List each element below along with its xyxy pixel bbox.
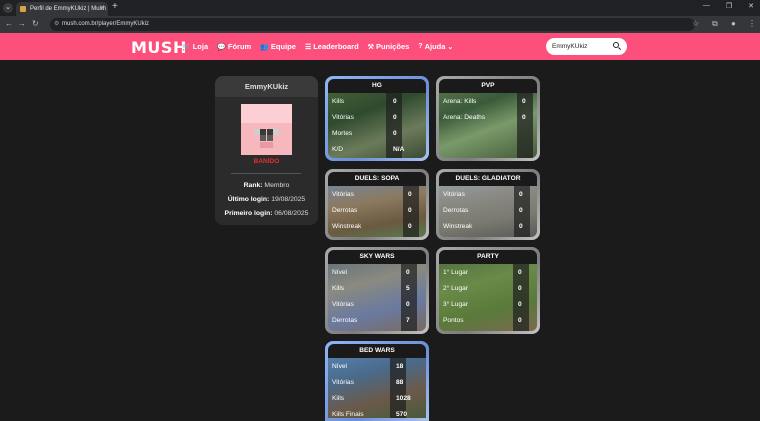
window-controls: — ❐ ✕ (703, 2, 754, 10)
first-login-row: Primeiro login: 06/08/2025 (224, 210, 309, 217)
site-logo[interactable]: MUSH (131, 38, 187, 57)
close-tab-icon[interactable]: ✕ (99, 2, 105, 16)
main-nav: 🛒 Loja 💬 Fórum 👥 Equipe ☰ Leaderboard ⚒ Puniç… (182, 42, 453, 51)
card-title: HG (328, 79, 426, 93)
stat-row: Vitórias 0 (332, 114, 397, 121)
site-header: MUSH 🛒 Loja 💬 Fórum 👥 Equipe ☰ Leaderboard ⚒… (0, 33, 760, 60)
stats-card-duels-sopa: DUELS: SOPA Vitórias 0 Derrotas 0 Winstrea… (325, 169, 429, 240)
chevron-down-icon: ⌄ (447, 43, 454, 51)
nav-leaderboard[interactable]: ☰ Leaderboard (305, 42, 359, 51)
ban-status: BANIDO (253, 158, 280, 165)
stat-row: Vitórias 0 (332, 301, 410, 308)
stat-row: Pontos 0 (443, 317, 522, 324)
stats-card-hg: HG Kills 0 Vitórias 0 Mortes 0 K/D N/A (325, 76, 429, 161)
question-icon: ? (418, 43, 423, 50)
nav-label: Loja (192, 42, 209, 51)
stat-row: Winstreak 0 (332, 223, 412, 230)
back-icon[interactable]: ← (5, 19, 13, 28)
player-avatar (241, 104, 292, 155)
nav-equipe[interactable]: 👥 Equipe (260, 42, 296, 51)
stat-row: Nível 18 (332, 363, 404, 370)
reload-icon[interactable]: ↻ (32, 19, 39, 28)
url-bar[interactable]: ⚙ mush.com.br/player/EmmyKUkiz (50, 18, 695, 31)
stat-row: Derrotas 0 (332, 207, 412, 214)
stats-card-party: PARTY 1° Lugar 0 2° Lugar 0 3° Lugar 0 Pont… (436, 247, 540, 334)
nav-forum[interactable]: 💬 Fórum (217, 42, 251, 51)
last-login-row: Último login: 19/08/2025 (227, 196, 306, 203)
card-title: BED WARS (328, 344, 426, 358)
stat-row: Derrotas 0 (443, 207, 523, 214)
stat-row: K/D N/A (332, 146, 405, 153)
close-window-icon[interactable]: ✕ (748, 2, 754, 10)
card-title: SKY WARS (328, 250, 426, 264)
stat-row: 2° Lugar 0 (443, 285, 522, 292)
extensions-icon[interactable]: ⧉ (712, 19, 718, 29)
minimize-icon[interactable]: — (703, 2, 710, 10)
stats-card-sky-wars: SKY WARS Nível 0 Kills 5 Vitórias 0 Derrota… (325, 247, 429, 334)
stat-row: Vitórias 0 (443, 191, 523, 198)
nav-label: Leaderboard (313, 42, 359, 51)
rank-row: Rank: Membro (243, 182, 290, 189)
stat-row: Kills 0 (332, 98, 397, 105)
stat-row: Kills 5 (332, 285, 410, 292)
list-icon: ☰ (304, 43, 312, 51)
favicon-icon (20, 6, 26, 12)
tab-title: Perfil de EmmyKUkiz | Mush (30, 6, 106, 12)
divider (231, 173, 301, 174)
stats-card-pvp: PVP Arena: Kills 0 Arena: Deaths 0 (436, 76, 540, 161)
nav-label: Punições (375, 42, 410, 51)
tab-search-button[interactable]: ⌄ (3, 3, 13, 13)
stat-row: Vitórias 88 (332, 379, 404, 386)
maximize-icon[interactable]: ❐ (726, 2, 732, 10)
card-title: DUELS: SOPA (328, 172, 426, 186)
nav-punicoes[interactable]: ⚒ Punições (368, 42, 410, 51)
nav-loja[interactable]: 🛒 Loja (182, 42, 208, 51)
stats-card-duels-gladiator: DUELS: GLADIATOR Vitórias 0 Derrotas 0 Win… (436, 169, 540, 240)
nav-ajuda[interactable]: ? Ajuda ⌄ (418, 42, 453, 51)
forward-icon[interactable]: → (18, 19, 26, 28)
stat-row: Nível 0 (332, 269, 410, 276)
profile-card: EmmyKUkiz BANIDO Rank: Membro Último log… (215, 76, 318, 225)
stat-row: Derrotas 7 (332, 317, 410, 324)
browser-tab[interactable]: Perfil de EmmyKUkiz | Mush ✕ (16, 2, 108, 16)
gavel-icon: ⚒ (367, 43, 374, 51)
new-tab-button[interactable]: + (112, 1, 118, 12)
card-title: PVP (439, 79, 537, 93)
card-title: PARTY (439, 250, 537, 264)
site-info-icon[interactable]: ⚙ (54, 18, 59, 31)
stat-row: Kills Finais 570 (332, 411, 408, 418)
profile-icon[interactable]: ● (731, 19, 736, 28)
stat-row: Arena: Kills 0 (443, 98, 526, 105)
stat-row: 1° Lugar 0 (443, 269, 522, 276)
stat-row: Vitórias 0 (332, 191, 412, 198)
users-icon: 👥 (260, 43, 269, 51)
stat-row: 3° Lugar 0 (443, 301, 522, 308)
chat-icon: 💬 (217, 43, 226, 51)
nav-label: Ajuda (424, 42, 446, 51)
stat-row: Kills 1028 (332, 395, 411, 402)
menu-dots-icon[interactable]: ⋮ (748, 19, 756, 28)
stat-row: Winstreak 0 (443, 223, 523, 230)
stats-card-bed-wars: BED WARS Nível 18 Vitórias 88 Kills 1028 Ki… (325, 341, 429, 421)
stat-row: Arena: Deaths 0 (443, 114, 526, 121)
browser-tabbar: ⌄ Perfil de EmmyKUkiz | Mush ✕ + — ❐ ✕ (0, 0, 760, 16)
url-text: mush.com.br/player/EmmyKUkiz (62, 21, 150, 27)
nav-label: Fórum (227, 42, 252, 51)
player-name: EmmyKUkiz (215, 76, 318, 97)
cart-icon: 🛒 (182, 43, 191, 51)
search-icon[interactable] (613, 42, 619, 48)
card-title: DUELS: GLADIATOR (439, 172, 537, 186)
stat-row: Mortes 0 (332, 130, 397, 137)
bookmark-star-icon[interactable]: ☆ (692, 19, 699, 28)
nav-label: Equipe (270, 42, 296, 51)
address-toolbar: ← → ↻ ⚙ mush.com.br/player/EmmyKUkiz ☆ ⧉… (0, 16, 760, 33)
